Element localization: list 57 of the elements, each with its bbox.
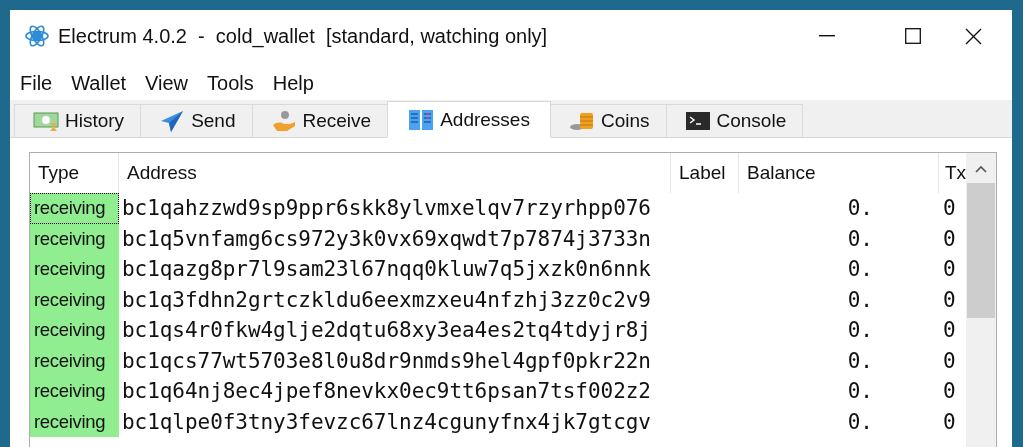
address-cell-text: bc1q3fdhn2grtczkldu6eexmzxeu4nfzhj3zz0c2v9 — [121, 286, 652, 314]
paper-plane-icon — [159, 109, 186, 133]
tx-cell-text: 0 — [942, 317, 957, 345]
balance-cell-text: 0. — [846, 378, 874, 406]
menu-item[interactable]: Wallet — [70, 67, 138, 95]
tab[interactable]: History — [14, 104, 142, 137]
maximize-icon[interactable] — [905, 28, 921, 44]
tx-cell-text: 0 — [942, 195, 957, 223]
address-cell-text: bc1q5vnfamg6cs972y3k0vx69xqwdt7p7874j3733n — [121, 225, 652, 253]
balance-cell-text: 0. — [846, 225, 874, 253]
address-cell-text: bc1qcs77wt5703e8l0u8dr9nmds9hel4gpf0pkr22n — [121, 347, 652, 375]
minimize-icon[interactable] — [819, 35, 835, 37]
address-cell-text: bc1qlpe0f3tny3fevzc67lnz4cgunyfnx4jk7gtcgv — [121, 408, 652, 436]
address-cell-text: bc1q64nj8ec4jpef8nevkx0ec9tt6psan7tsf002z2 — [121, 378, 652, 406]
column-header[interactable]: Address — [119, 153, 671, 193]
type-cell: receiving — [30, 376, 119, 407]
balance-cell-text: 0. — [846, 347, 874, 375]
tx-cell-text: 0 — [942, 225, 957, 253]
tx-cell-text: 0 — [942, 347, 957, 375]
tx-cell-text: 0 — [942, 286, 957, 314]
menu-item[interactable]: File — [19, 67, 64, 95]
column-header[interactable]: Label — [671, 153, 739, 193]
menu-item[interactable]: Tools — [206, 67, 265, 95]
type-cell: receiving — [30, 254, 119, 285]
tx-cell-text: 0 — [942, 408, 957, 436]
column-header[interactable]: Balance — [739, 153, 939, 193]
balance-cell-text: 0. — [846, 408, 874, 436]
menu-item[interactable]: View — [144, 67, 200, 95]
column-header[interactable]: Tx — [939, 153, 966, 193]
balance-cell-text: 0. — [846, 256, 874, 284]
scrollbar[interactable] — [966, 153, 996, 447]
close-icon[interactable] — [965, 27, 982, 45]
atom-icon — [25, 24, 49, 48]
banknote-icon — [33, 109, 59, 133]
balance-cell-text: 0. — [846, 317, 874, 345]
tx-cell-text: 0 — [942, 378, 957, 406]
hand-coin-icon — [270, 109, 297, 133]
type-cell: receiving — [30, 223, 119, 254]
tx-cell-text: 0 — [942, 256, 957, 284]
tab[interactable]: Addresses — [387, 101, 551, 138]
menu-item[interactable]: Help — [271, 67, 325, 95]
type-cell: receiving — [30, 284, 119, 315]
type-cell: receiving — [30, 315, 119, 346]
scroll-up-icon[interactable] — [975, 165, 987, 173]
scroll-thumb[interactable] — [967, 183, 995, 318]
address-cell-text: bc1qazg8pr7l9sam23l67nqq0kluw7q5jxzk0n6nnk — [121, 256, 652, 284]
balance-cell-text: 0. — [846, 286, 874, 314]
type-cell: receiving — [30, 193, 119, 224]
balance-cell-text: 0. — [846, 195, 874, 223]
address-cell-text: bc1qahzzwd9sp9ppr6skk8ylvmxelqv7rzyrhpp076 — [121, 195, 652, 223]
type-cell: receiving — [30, 345, 119, 376]
terminal-icon — [684, 109, 711, 133]
address-cell-text: bc1qs4r0fkw4glje2dqtu68xy3ea4es2tq4tdyjr8j — [121, 317, 652, 345]
window-title: Electrum 4.0.2 - cold_wallet [standard, watching only] — [58, 24, 549, 48]
tab[interactable]: Console — [665, 104, 804, 137]
book-icon — [408, 107, 435, 132]
type-cell: receiving — [30, 406, 119, 437]
